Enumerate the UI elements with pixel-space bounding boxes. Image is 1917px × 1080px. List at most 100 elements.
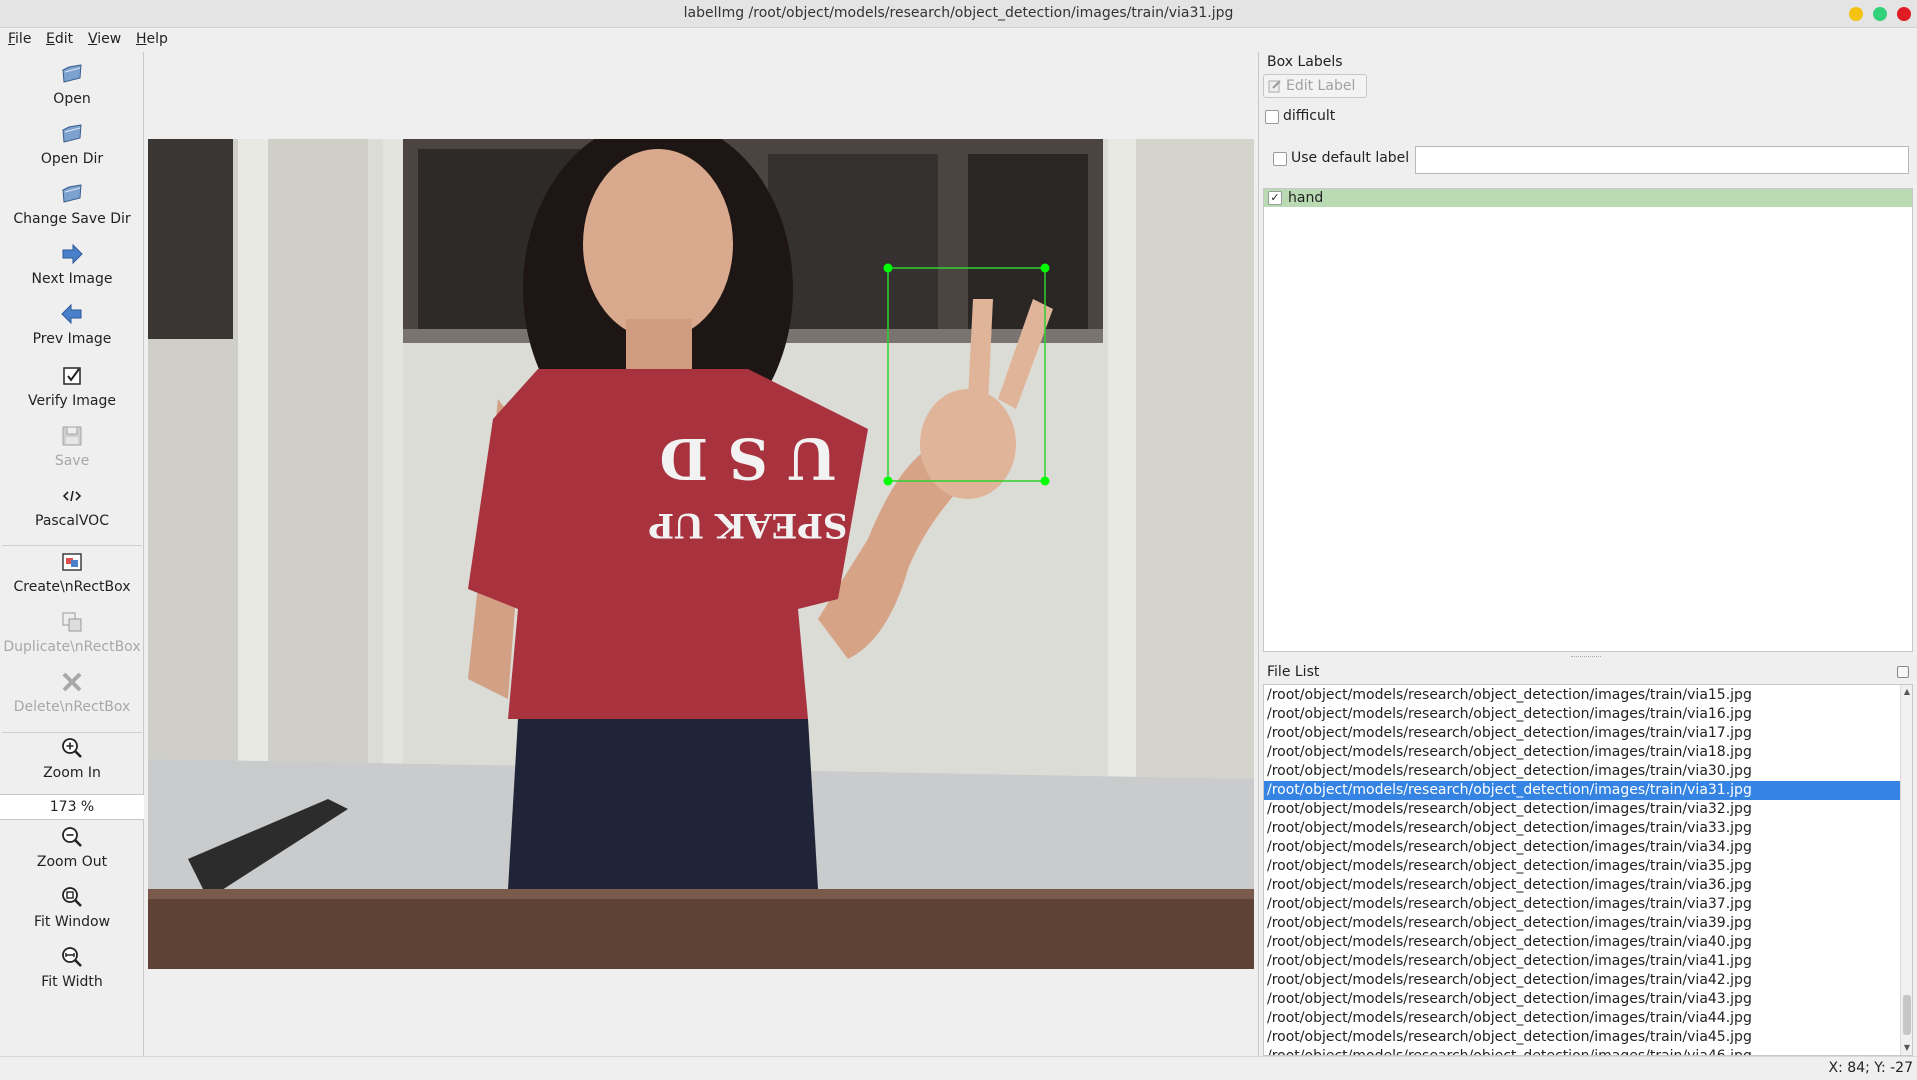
- scroll-down-arrow-icon[interactable]: ▼: [1902, 1043, 1912, 1053]
- fit-width-icon: [62, 947, 82, 967]
- box-labels-title: Box Labels: [1267, 54, 1343, 70]
- copy-icon: [62, 612, 82, 632]
- file-list-item[interactable]: /root/object/models/research/object_dete…: [1264, 1009, 1900, 1028]
- file-list-item[interactable]: /root/object/models/research/object_dete…: [1264, 895, 1900, 914]
- edit-label-button[interactable]: Edit Label: [1263, 74, 1367, 98]
- difficult-checkbox[interactable]: [1265, 110, 1279, 124]
- folder-open-icon: [62, 124, 82, 143]
- bbox-handle-top-left[interactable]: [883, 263, 893, 273]
- file-list-item[interactable]: /root/object/models/research/object_dete…: [1264, 724, 1900, 743]
- label-list[interactable]: ✓ hand: [1263, 188, 1913, 652]
- dock-splitter[interactable]: [1571, 656, 1601, 659]
- toolbar: Open Open Dir Change Save Dir Next Image…: [0, 52, 144, 1056]
- fit-width-button[interactable]: Fit Width: [0, 945, 144, 990]
- file-list-item[interactable]: /root/object/models/research/object_dete…: [1264, 857, 1900, 876]
- duplicate-rectbox-button[interactable]: Duplicate\nRectBox: [0, 610, 144, 655]
- floppy-icon: [62, 426, 82, 446]
- bbox-handle-bottom-right[interactable]: [1040, 476, 1050, 486]
- checkbox-icon: [63, 367, 81, 385]
- duplicate-rectbox-label: Duplicate\nRectBox: [3, 639, 141, 655]
- close-button[interactable]: [1897, 7, 1911, 21]
- image-canvas[interactable]: U S D SPEAK UP: [145, 52, 1257, 1056]
- menu-file[interactable]: File: [8, 31, 31, 47]
- title-bar: labelImg /root/object/models/research/ob…: [0, 0, 1917, 28]
- rect-box-icon: [62, 553, 82, 571]
- file-list[interactable]: /root/object/models/research/object_dete…: [1263, 684, 1913, 1056]
- default-label-input[interactable]: [1415, 146, 1909, 174]
- next-image-button[interactable]: Next Image: [0, 242, 144, 287]
- scroll-up-arrow-icon[interactable]: ▲: [1902, 687, 1912, 697]
- image-photo[interactable]: U S D SPEAK UP: [148, 139, 1254, 969]
- right-dock: Box Labels Edit Label difficult Use defa…: [1258, 52, 1917, 1056]
- file-list-item[interactable]: /root/object/models/research/object_dete…: [1264, 819, 1900, 838]
- format-label: PascalVOC: [35, 513, 109, 529]
- folder-open-icon: [62, 64, 82, 83]
- open-label: Open: [53, 91, 91, 107]
- zoom-in-icon: [62, 738, 82, 758]
- folder-open-icon: [62, 184, 82, 203]
- file-list-scrollbar[interactable]: ▲ ▼: [1900, 685, 1912, 1055]
- menu-help[interactable]: Help: [136, 31, 168, 47]
- status-bar: X: 84; Y: -27: [0, 1056, 1917, 1080]
- fit-window-button[interactable]: Fit Window: [0, 885, 144, 930]
- open-dir-button[interactable]: Open Dir: [0, 122, 144, 167]
- delete-rectbox-button[interactable]: Delete\nRectBox: [0, 670, 144, 715]
- file-list-item[interactable]: /root/object/models/research/object_dete…: [1264, 990, 1900, 1009]
- file-list-item[interactable]: /root/object/models/research/object_dete…: [1264, 686, 1900, 705]
- minimize-button[interactable]: [1849, 7, 1863, 21]
- create-rectbox-label: Create\nRectBox: [13, 579, 131, 595]
- file-list-item[interactable]: /root/object/models/research/object_dete…: [1264, 743, 1900, 762]
- change-save-dir-button[interactable]: Change Save Dir: [0, 182, 144, 227]
- file-list-item[interactable]: /root/object/models/research/object_dete…: [1264, 762, 1900, 781]
- use-default-label-checkbox[interactable]: [1273, 152, 1287, 166]
- file-list-item[interactable]: /root/object/models/research/object_dete…: [1264, 914, 1900, 933]
- zoom-in-label: Zoom In: [43, 765, 101, 781]
- verify-image-button[interactable]: Verify Image: [0, 364, 144, 409]
- bbox-handle-bottom-left[interactable]: [883, 476, 893, 486]
- delete-rectbox-label: Delete\nRectBox: [13, 699, 131, 715]
- dock-float-button[interactable]: [1897, 666, 1909, 678]
- file-list-item[interactable]: /root/object/models/research/object_dete…: [1264, 933, 1900, 952]
- bbox-handle-top-right[interactable]: [1040, 263, 1050, 273]
- zoom-out-icon: [62, 827, 82, 847]
- verify-image-label: Verify Image: [27, 393, 116, 409]
- file-list-item[interactable]: /root/object/models/research/object_dete…: [1264, 1028, 1900, 1047]
- maximize-button[interactable]: [1873, 7, 1887, 21]
- fit-width-label: Fit Width: [41, 974, 103, 990]
- shirt-print-line1: U S D: [660, 425, 837, 491]
- file-list-item[interactable]: /root/object/models/research/object_dete…: [1264, 971, 1900, 990]
- menu-view[interactable]: View: [88, 31, 121, 47]
- photo-illustration: U S D SPEAK UP: [148, 139, 1254, 969]
- format-button[interactable]: PascalVOC: [0, 484, 144, 529]
- arrow-left-icon: [61, 303, 82, 325]
- fit-window-icon: [62, 887, 82, 907]
- file-list-item[interactable]: /root/object/models/research/object_dete…: [1264, 876, 1900, 895]
- prev-image-button[interactable]: Prev Image: [0, 302, 144, 347]
- zoom-value-spinbox[interactable]: 173 %: [0, 794, 144, 820]
- zoom-out-label: Zoom Out: [36, 854, 108, 870]
- fit-window-label: Fit Window: [33, 914, 111, 930]
- x-icon: [62, 672, 82, 692]
- prev-image-label: Prev Image: [32, 331, 112, 347]
- file-list-item[interactable]: /root/object/models/research/object_dete…: [1264, 838, 1900, 857]
- scroll-thumb[interactable]: [1903, 995, 1911, 1035]
- label-list-item[interactable]: ✓ hand: [1264, 189, 1912, 207]
- use-default-label-text: Use default label: [1291, 150, 1410, 166]
- create-rectbox-button[interactable]: Create\nRectBox: [0, 550, 144, 595]
- file-list-item[interactable]: /root/object/models/research/object_dete…: [1264, 800, 1900, 819]
- file-list-item[interactable]: /root/object/models/research/object_dete…: [1264, 1047, 1900, 1055]
- file-list-item[interactable]: /root/object/models/research/object_dete…: [1264, 952, 1900, 971]
- file-list-item[interactable]: /root/object/models/research/object_dete…: [1264, 705, 1900, 724]
- open-dir-label: Open Dir: [40, 151, 104, 167]
- menu-edit[interactable]: Edit: [46, 31, 73, 47]
- label-visible-checkbox[interactable]: ✓: [1268, 191, 1282, 205]
- open-button[interactable]: Open: [0, 62, 144, 107]
- code-icon: [62, 490, 82, 502]
- file-list-item[interactable]: /root/object/models/research/object_dete…: [1264, 781, 1900, 800]
- toolbar-divider: [2, 545, 142, 546]
- zoom-out-button[interactable]: Zoom Out: [0, 825, 144, 870]
- menu-bar: File Edit View Help: [0, 28, 1917, 52]
- save-button[interactable]: Save: [0, 424, 144, 469]
- zoom-in-button[interactable]: Zoom In: [0, 736, 144, 781]
- arrow-right-icon: [62, 243, 83, 265]
